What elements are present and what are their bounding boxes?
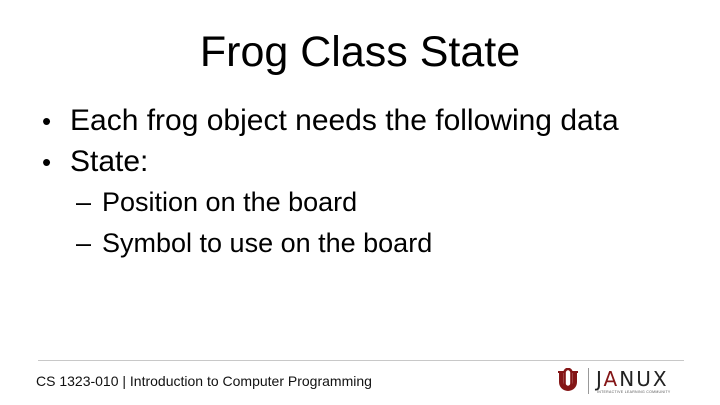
sub-bullet-item: – Position on the board: [76, 185, 357, 219]
bullet-list: • Each frog object needs the following d…: [0, 0, 720, 300]
janux-logo: JANUX: [596, 368, 669, 390]
sub-bullet-marker: –: [76, 187, 92, 217]
bullet-item: • Each frog object needs the following d…: [42, 103, 619, 139]
bullet-text: Each frog object needs the following dat…: [70, 104, 619, 137]
sub-bullet-item: – Symbol to use on the board: [76, 226, 432, 260]
logo-letter-j: J: [596, 367, 604, 391]
ou-logo-icon: [558, 368, 578, 391]
logo-divider: [588, 368, 589, 394]
bullet-item: • State:: [42, 144, 148, 180]
sub-bullet-text: Position on the board: [102, 187, 358, 217]
janux-tagline: INTERACTIVE LEARNING COMMUNITY: [597, 390, 671, 394]
slide: Frog Class State • Each frog object need…: [0, 0, 720, 405]
footer-course-label: CS 1323-010 | Introduction to Computer P…: [36, 373, 372, 389]
logo-letter-a: A: [603, 367, 620, 391]
bullet-text: State:: [70, 145, 149, 178]
sub-bullet-marker: –: [76, 228, 92, 258]
footer-divider: [38, 360, 684, 361]
bullet-marker: •: [42, 147, 52, 177]
logo-letters-rest: NUX: [619, 367, 669, 391]
bullet-marker: •: [42, 106, 52, 136]
sub-bullet-text: Symbol to use on the board: [102, 228, 433, 258]
